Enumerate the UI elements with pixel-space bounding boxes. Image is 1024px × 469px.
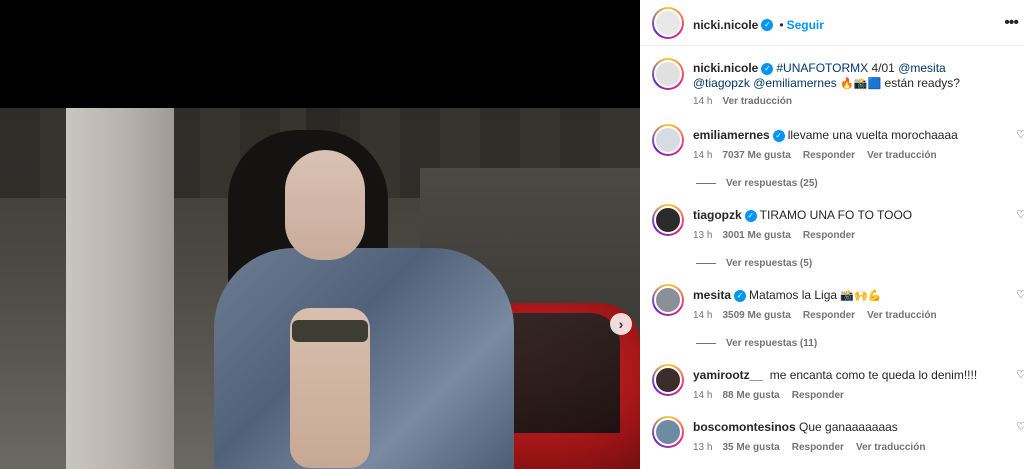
heart-icon[interactable]: ♡	[1016, 128, 1024, 141]
verified-badge-icon: ✓	[772, 129, 785, 142]
comment-text: tiagopzk ✓ TIRAMO UNA FO TO TOOO	[693, 208, 1003, 223]
photo-person-top	[292, 320, 368, 342]
comment-body: Que ganaaaaaaas	[799, 420, 898, 434]
comment-meta: 14 h 7037 Me gusta Responder Ver traducción	[693, 150, 949, 161]
comment-item: emiliamernes ✓ llevame una vuelta morochaa…	[640, 124, 1024, 194]
caption-text: nicki.nicole ✓ #UNAFOTORMX 4/01 @mesita @t…	[693, 61, 1003, 91]
author-avatar[interactable]	[652, 7, 684, 39]
verified-badge-icon: ✓	[734, 289, 747, 302]
more-options-icon[interactable]: •••	[1004, 14, 1019, 32]
photo-pillar	[66, 108, 174, 469]
comment-item: yamirootz__ me encanta como te queda lo …	[640, 364, 1024, 404]
comment-likes[interactable]: 35 Me gusta	[722, 442, 779, 453]
caption-tail: están readys?	[881, 76, 960, 90]
caption-date: 4/01	[868, 61, 899, 75]
post-header: nicki.nicole ✓ • Seguir •••	[640, 0, 1024, 46]
replies-divider	[696, 262, 716, 264]
comment-time[interactable]: 13 h	[693, 442, 712, 453]
view-replies-button[interactable]: Ver respuestas (25)	[696, 178, 818, 189]
commenter-avatar[interactable]	[652, 416, 684, 448]
heart-icon[interactable]: ♡	[1016, 420, 1024, 433]
comment-body: me encanta como te queda lo denim!!!!	[769, 368, 978, 382]
comment-time[interactable]: 14 h	[693, 390, 712, 401]
comment-text: yamirootz__ me encanta como te queda lo …	[693, 368, 1003, 383]
comment-username[interactable]: boscomontesinos	[693, 420, 796, 434]
replies-label[interactable]: Ver respuestas (11)	[726, 338, 817, 349]
replies-label[interactable]: Ver respuestas (5)	[726, 258, 812, 269]
comment-meta: 13 h 35 Me gusta Responder Ver traducción	[693, 442, 937, 453]
replies-divider	[696, 182, 716, 184]
commenter-avatar[interactable]	[652, 284, 684, 316]
verified-badge-icon: ✓	[744, 209, 757, 222]
comment-meta: 14 h 88 Me gusta Responder	[693, 390, 856, 401]
caption-username[interactable]: nicki.nicole	[693, 61, 758, 75]
comment-username[interactable]: emiliamernes	[693, 128, 770, 142]
post-media: ›	[0, 0, 640, 469]
reply-button[interactable]: Responder	[803, 230, 855, 241]
heart-icon[interactable]: ♡	[1016, 368, 1024, 381]
view-replies-button[interactable]: Ver respuestas (5)	[696, 258, 812, 269]
caption-emojis: 🔥📸🟦	[840, 77, 882, 90]
chevron-right-icon[interactable]: ›	[610, 313, 632, 335]
reply-button[interactable]: Responder	[792, 442, 844, 453]
comment-time[interactable]: 14 h	[693, 150, 712, 161]
comment-likes[interactable]: 3509 Me gusta	[722, 310, 790, 321]
comment-emojis: 📸🙌💪	[840, 289, 882, 302]
reply-button[interactable]: Responder	[803, 310, 855, 321]
comment-time[interactable]: 13 h	[693, 230, 712, 241]
post-side-panel: nicki.nicole ✓ • Seguir ••• nicki.nicole ✓ #U…	[640, 0, 1024, 469]
comment-body: Matamos la Liga	[749, 288, 838, 302]
comment-username[interactable]: yamirootz__	[693, 368, 763, 382]
caption-meta: 14 h Ver traducción	[693, 96, 804, 107]
replies-label[interactable]: Ver respuestas (25)	[726, 178, 818, 189]
caption-mention[interactable]: @tiagopzk	[693, 76, 750, 90]
verified-badge-icon: ✓	[761, 62, 774, 75]
commenter-avatar[interactable]	[652, 204, 684, 236]
caption-mention[interactable]: @mesita	[898, 61, 946, 75]
reply-button[interactable]: Responder	[803, 150, 855, 161]
translate-link[interactable]: Ver traducción	[867, 150, 936, 161]
author-username[interactable]: nicki.nicole	[693, 18, 758, 32]
heart-icon[interactable]: ♡	[1016, 288, 1024, 301]
comment-item: mesita ✓ Matamos la Liga 📸🙌💪 ♡ 14 h 3509 Me…	[640, 284, 1024, 354]
heart-icon[interactable]: ♡	[1016, 208, 1024, 221]
view-replies-button[interactable]: Ver respuestas (11)	[696, 338, 817, 349]
photo-person-face	[285, 150, 365, 260]
translate-link[interactable]: Ver traducción	[722, 96, 791, 107]
comment-username[interactable]: mesita	[693, 288, 731, 302]
comment-item: boscomontesinos Que ganaaaaaaas ♡ 13 h 35…	[640, 416, 1024, 460]
comment-time[interactable]: 14 h	[693, 310, 712, 321]
comment-text: mesita ✓ Matamos la Liga 📸🙌💪	[693, 288, 1003, 303]
comment-likes[interactable]: 3001 Me gusta	[722, 230, 790, 241]
post-caption: nicki.nicole ✓ #UNAFOTORMX 4/01 @mesita @t…	[640, 58, 1024, 114]
comment-item: tiagopzk ✓ TIRAMO UNA FO TO TOOO ♡ 13 h 300…	[640, 204, 1024, 274]
comment-meta: 13 h 3001 Me gusta Responder	[693, 230, 867, 241]
comment-text: emiliamernes ✓ llevame una vuelta morochaa…	[693, 128, 1003, 143]
reply-button[interactable]: Responder	[792, 390, 844, 401]
comment-username[interactable]: tiagopzk	[693, 208, 742, 222]
caption-time[interactable]: 14 h	[693, 96, 712, 107]
replies-divider	[696, 342, 716, 344]
comment-likes[interactable]: 7037 Me gusta	[722, 150, 790, 161]
comment-body: llevame una vuelta morochaaaa	[787, 128, 958, 142]
author-avatar[interactable]	[652, 58, 684, 90]
caption-hashtag[interactable]: #UNAFOTORMX	[776, 61, 868, 75]
translate-link[interactable]: Ver traducción	[867, 310, 936, 321]
commenter-avatar[interactable]	[652, 124, 684, 156]
caption-mention[interactable]: @emiliamernes	[753, 76, 837, 90]
comment-meta: 14 h 3509 Me gusta Responder Ver traducción	[693, 310, 949, 321]
comment-text: boscomontesinos Que ganaaaaaaas	[693, 420, 1003, 435]
comment-likes[interactable]: 88 Me gusta	[722, 390, 779, 401]
translate-link[interactable]: Ver traducción	[856, 442, 925, 453]
commenter-avatar[interactable]	[652, 364, 684, 396]
verified-badge-icon: ✓	[761, 18, 774, 31]
separator-dot: •	[779, 18, 784, 32]
follow-button[interactable]: Seguir	[787, 18, 824, 32]
post-photo	[0, 108, 640, 469]
comment-body: TIRAMO UNA FO TO TOOO	[759, 208, 913, 222]
